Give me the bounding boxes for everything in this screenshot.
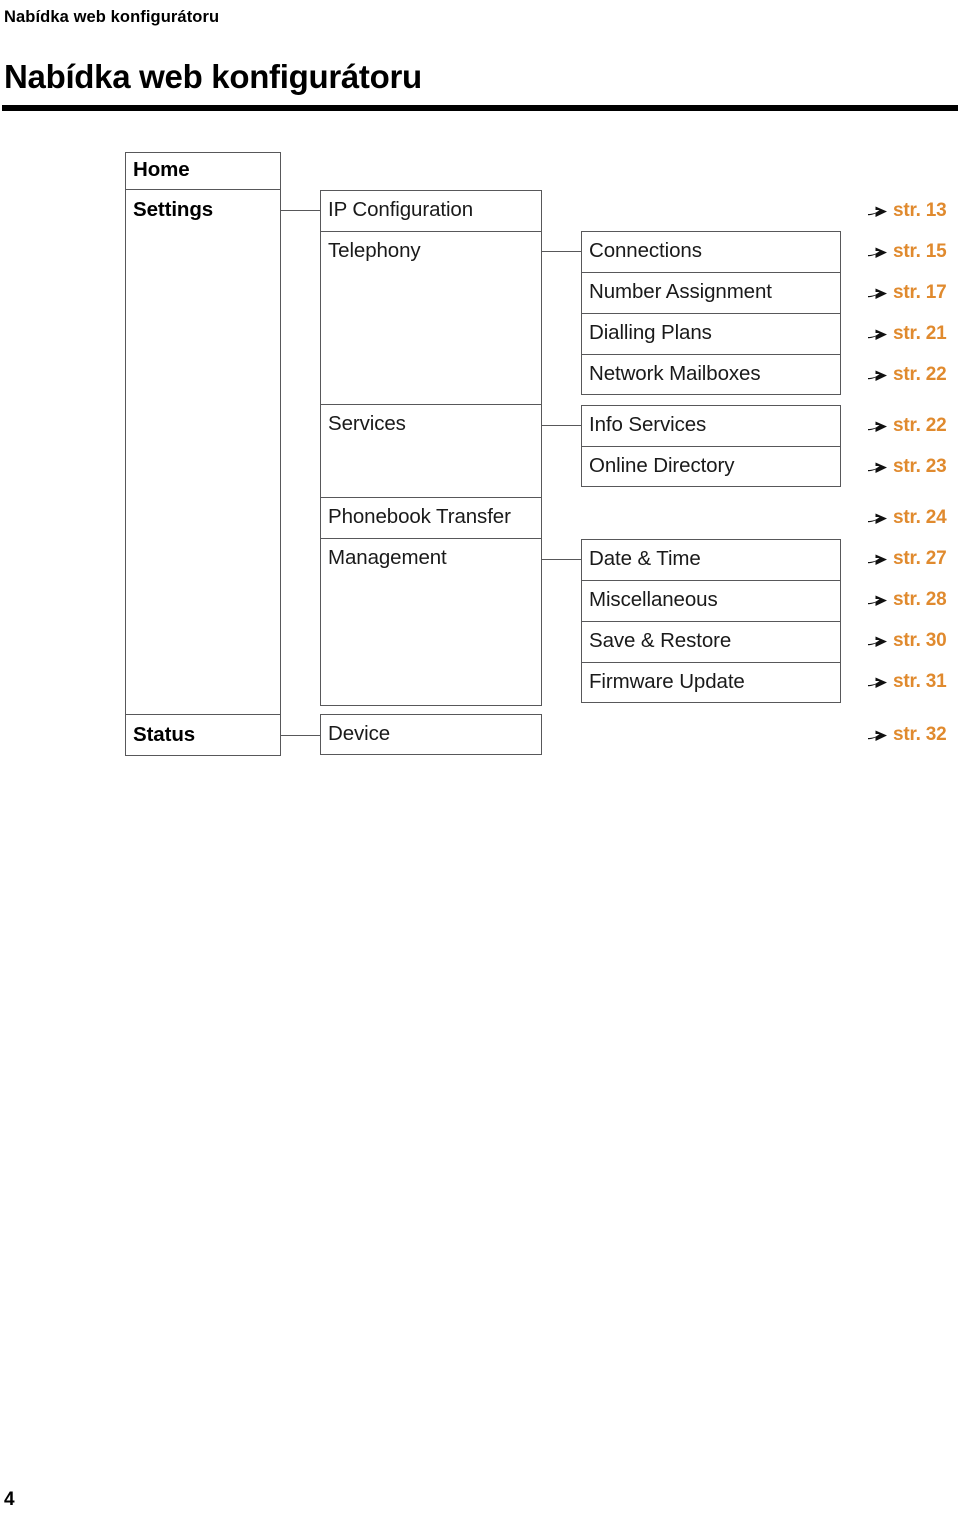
menu-item-home[interactable]: Home — [125, 152, 281, 189]
arrow-right-icon — [867, 365, 889, 385]
arrow-right-icon — [867, 508, 889, 528]
menu-item-settings-label: Settings — [133, 197, 214, 221]
connector-management-to-group — [542, 559, 581, 561]
menu-item-phonebook-transfer-label: Phonebook Transfer — [328, 505, 511, 529]
menu-item-network-mailboxes[interactable]: Network Mailboxes — [581, 354, 841, 395]
menu-item-status[interactable]: Status — [125, 714, 281, 756]
menu-item-phonebook-transfer[interactable]: Phonebook Transfer — [320, 497, 542, 538]
menu-item-services-label: Services — [328, 412, 406, 436]
menu-item-device[interactable]: Device — [320, 714, 542, 755]
menu-item-miscellaneous[interactable]: Miscellaneous — [581, 580, 841, 621]
menu-item-management[interactable]: Management — [320, 538, 542, 579]
menu-item-network-mailboxes-label: Network Mailboxes — [589, 362, 761, 386]
page-ref-device[interactable]: str. 32 — [867, 722, 947, 748]
arrow-right-icon — [867, 416, 889, 436]
arrow-right-icon — [867, 549, 889, 569]
menu-item-ip-configuration-label: IP Configuration — [328, 198, 474, 222]
arrow-right-icon — [867, 242, 889, 262]
page-ref-info-services[interactable]: str. 22 — [867, 413, 947, 439]
menu-item-connections[interactable]: Connections — [581, 231, 841, 272]
page-ref-miscellaneous[interactable]: str. 28 — [867, 587, 947, 613]
menu-item-number-assignment-label: Number Assignment — [589, 280, 772, 304]
page-ref-ip-configuration[interactable]: str. 13 — [867, 198, 947, 224]
page-ref-save-restore[interactable]: str. 30 — [867, 628, 947, 654]
page-ref-label: str. 32 — [893, 724, 947, 745]
page-ref-label: str. 28 — [893, 589, 947, 610]
connector-settings-to-level2 — [281, 210, 320, 212]
connector-telephony-to-group — [542, 251, 581, 253]
menu-item-status-label: Status — [133, 722, 196, 746]
page-ref-connections[interactable]: str. 15 — [867, 239, 947, 265]
menu-item-telephony[interactable]: Telephony — [320, 231, 542, 272]
menu-item-firmware-update[interactable]: Firmware Update — [581, 662, 841, 703]
page-ref-date-time[interactable]: str. 27 — [867, 546, 947, 572]
page-ref-network-mailboxes[interactable]: str. 22 — [867, 362, 947, 388]
menu-item-date-time[interactable]: Date & Time — [581, 539, 841, 580]
page-ref-label: str. 13 — [893, 200, 947, 221]
page-ref-label: str. 24 — [893, 507, 947, 528]
page-number: 4 — [4, 1489, 15, 1510]
menu-item-online-directory[interactable]: Online Directory — [581, 446, 841, 487]
page-ref-label: str. 23 — [893, 456, 947, 477]
menu-item-telephony-label: Telephony — [328, 239, 421, 263]
menu-item-connections-label: Connections — [589, 239, 702, 263]
menu-item-dialling-plans[interactable]: Dialling Plans — [581, 313, 841, 354]
connector-services-to-group — [542, 425, 581, 427]
arrow-right-icon — [867, 725, 889, 745]
menu-tree-diagram: Home Settings Status IP Configuration Te… — [0, 0, 960, 800]
arrow-right-icon — [867, 201, 889, 221]
menu-item-home-label: Home — [133, 158, 190, 182]
menu-item-online-directory-label: Online Directory — [589, 454, 735, 478]
arrow-right-icon — [867, 457, 889, 477]
menu-item-date-time-label: Date & Time — [589, 547, 701, 571]
arrow-right-icon — [867, 672, 889, 692]
menu-item-dialling-plans-label: Dialling Plans — [589, 321, 712, 345]
page-ref-label: str. 31 — [893, 671, 947, 692]
arrow-right-icon — [867, 324, 889, 344]
connector-status-to-device — [281, 735, 320, 737]
arrow-right-icon — [867, 631, 889, 651]
arrow-right-icon — [867, 590, 889, 610]
page-ref-online-directory[interactable]: str. 23 — [867, 454, 947, 480]
page-ref-label: str. 15 — [893, 241, 947, 262]
page-ref-label: str. 27 — [893, 548, 947, 569]
page-ref-label: str. 17 — [893, 282, 947, 303]
menu-item-save-restore-label: Save & Restore — [589, 629, 732, 653]
page-ref-label: str. 22 — [893, 364, 947, 385]
menu-item-settings[interactable]: Settings — [125, 189, 281, 231]
page-ref-label: str. 21 — [893, 323, 947, 344]
menu-item-number-assignment[interactable]: Number Assignment — [581, 272, 841, 313]
page-ref-label: str. 30 — [893, 630, 947, 651]
menu-item-services[interactable]: Services — [320, 404, 542, 445]
menu-item-device-label: Device — [328, 722, 391, 746]
menu-item-save-restore[interactable]: Save & Restore — [581, 621, 841, 662]
page-ref-firmware-update[interactable]: str. 31 — [867, 669, 947, 695]
page-ref-number-assignment[interactable]: str. 17 — [867, 280, 947, 306]
menu-item-firmware-update-label: Firmware Update — [589, 670, 745, 694]
menu-item-info-services-label: Info Services — [589, 413, 707, 437]
level1-box — [125, 152, 281, 756]
page-ref-dialling-plans[interactable]: str. 21 — [867, 321, 947, 347]
arrow-right-icon — [867, 283, 889, 303]
page-ref-phonebook-transfer[interactable]: str. 24 — [867, 505, 947, 531]
menu-item-miscellaneous-label: Miscellaneous — [589, 588, 718, 612]
menu-item-management-label: Management — [328, 546, 447, 570]
page-ref-label: str. 22 — [893, 415, 947, 436]
menu-item-ip-configuration[interactable]: IP Configuration — [320, 190, 542, 231]
menu-item-info-services[interactable]: Info Services — [581, 405, 841, 446]
